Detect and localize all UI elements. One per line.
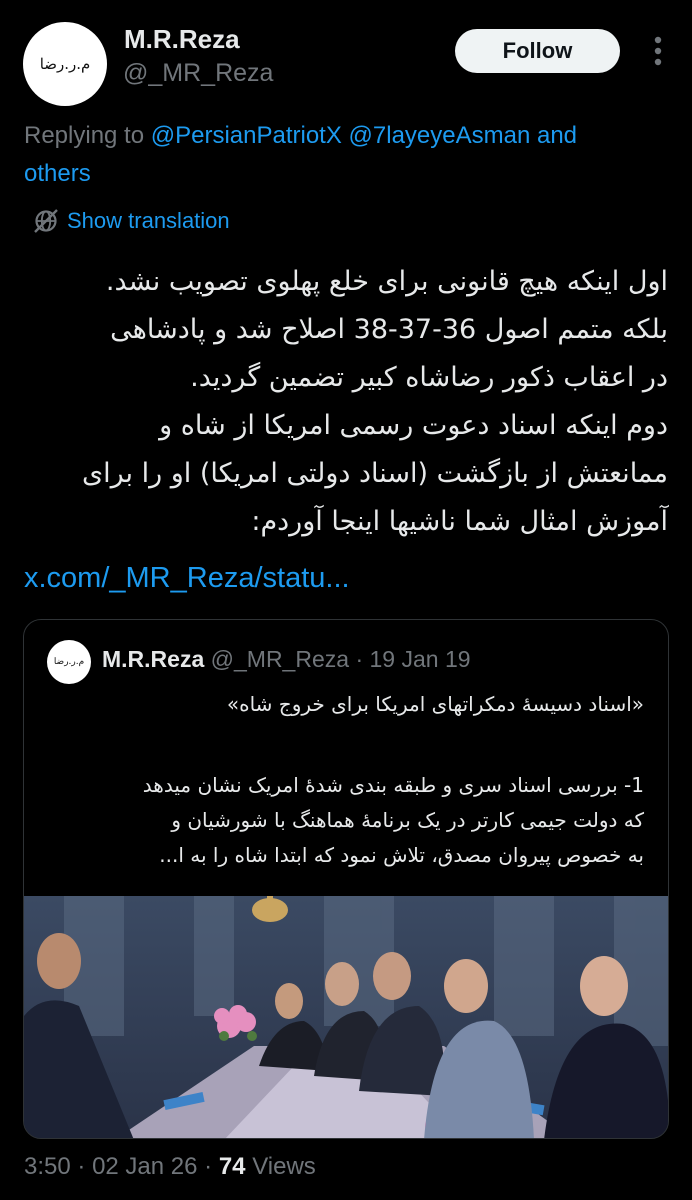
quote-title: «اسناد دسیسهٔ دمکراتهای امریکا برای خروج… [226,692,644,716]
more-button[interactable] [643,31,673,71]
replying-to-prefix: Replying to [24,122,151,149]
tweet-line: اول اینکه هیچ قانونی برای خلع پهلوی تصوی… [105,266,668,297]
tweet-line: در اعقاب ذکور رضاشاه کبیر تضمین گردید. [190,362,668,393]
follow-button[interactable]: Follow [455,29,620,73]
quote-body: 1- بررسی اسناد سری و طبقه بندی شدهٔ امری… [34,768,644,873]
footer-separator: · [204,1153,213,1180]
author-name[interactable]: M.R.Reza [124,24,240,55]
tweet-line: ممانعتش از بازگشت (اسناد دولتی امریکا) ا… [81,458,668,489]
mention-link[interactable]: @PersianPatriotX [151,122,342,149]
and-word: and [536,122,578,149]
tweet-link[interactable]: x.com/_MR_Reza/statu... [24,562,350,595]
tweet-line: بلکه متمم اصول 36-37-38 اصلاح شد و پادشا… [110,314,668,345]
others-word: others [24,160,91,187]
translate-globe-icon [34,209,58,233]
author-avatar[interactable]: م.ر.رضا [23,22,107,106]
quote-separator: · [355,646,364,672]
footer-separator: · [77,1153,86,1180]
mention-link[interactable]: @7layeyeAsman [349,122,531,149]
views-label: Views [252,1153,316,1180]
more-dots-icon [654,36,662,66]
tweet-line: دوم اینکه اسناد دعوت رسمی امریکا از شاه … [159,410,668,441]
quote-line: به خصوص پیروان مصدق، تلاش نمود که ابتدا … [159,843,644,867]
show-translation-label: Show translation [67,208,230,233]
views-count[interactable]: 74 [219,1153,246,1180]
tweet-time[interactable]: 3:50 [24,1153,71,1180]
quote-author-handle: @_MR_Reza [210,646,350,672]
quote-date: 19 Jan 19 [369,646,471,672]
quote-author-name: M.R.Reza [102,646,205,672]
show-translation-button[interactable]: Show translation [33,205,230,237]
tweet-text: اول اینکه هیچ قانونی برای خلع پهلوی تصوی… [20,258,668,546]
tweet-footer: 3:50 · 02 Jan 26 · 74 Views [24,1153,316,1181]
quote-line: 1- بررسی اسناد سری و طبقه بندی شدهٔ امری… [142,773,644,797]
tweet-date[interactable]: 02 Jan 26 [92,1153,197,1180]
quote-line: که دولت جیمی کارتر در یک برنامهٔ هماهنگ … [171,808,644,832]
quote-avatar-signature: م.ر.رضا [53,657,85,667]
author-handle[interactable]: @_MR_Reza [123,59,273,88]
tweet-line: آموزش امثال شما ناشیها اینجا آوردم: [251,506,668,537]
replying-to: Replying to @PersianPatriotX @7layeyeAsm… [24,117,692,193]
quote-avatar: م.ر.رضا [47,640,91,684]
quote-header: M.R.Reza @_MR_Reza · 19 Jan 19 [102,646,471,673]
quoted-tweet[interactable]: م.ر.رضا M.R.Reza @_MR_Reza · 19 Jan 19 «… [23,619,669,1139]
avatar-signature: م.ر.رضا [39,55,91,73]
quote-photo[interactable] [24,896,669,1139]
